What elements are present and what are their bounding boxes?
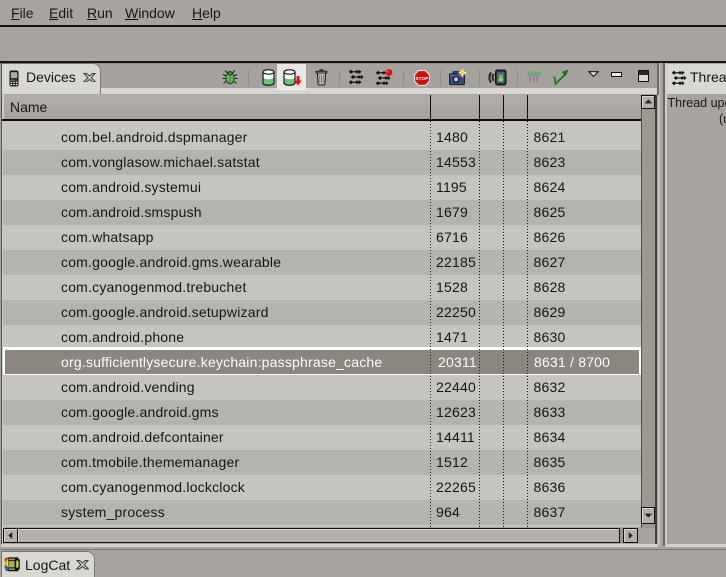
svg-text:STOP: STOP (416, 75, 429, 80)
